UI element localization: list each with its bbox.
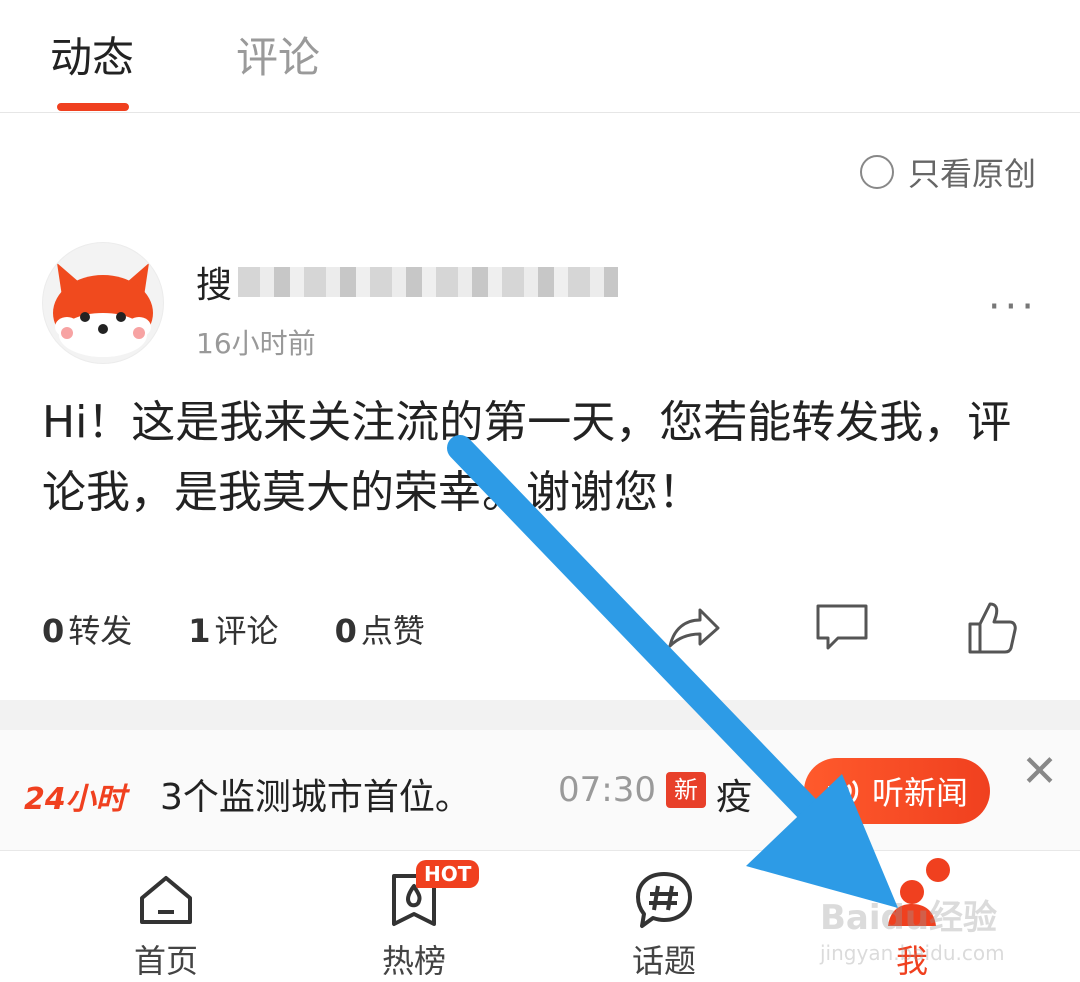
speaker-icon [827, 779, 859, 803]
listen-news-button[interactable]: 听新闻 [804, 758, 990, 824]
post-username[interactable]: 搜 [196, 256, 619, 308]
nav-topics-label: 话题 [631, 942, 696, 980]
fox-avatar-icon [53, 263, 153, 357]
home-icon [140, 876, 192, 924]
listen-news-label: 听新闻 [871, 774, 968, 812]
nav-topics[interactable]: 话题 [594, 852, 734, 982]
active-tab-indicator [57, 103, 129, 111]
baidu-jingyan-watermark: Baidu经验 jingyan.baidu.com [820, 890, 1040, 965]
post-text[interactable]: Hi！这是我来关注流的第一天，您若能转发我，评论我，是我莫大的荣幸。谢谢您！ [42, 388, 1042, 528]
more-options-icon[interactable]: ··· [988, 284, 1038, 330]
post-stats: 0 转发 1 评论 0 点赞 [42, 606, 425, 652]
tab-feed[interactable]: 动态 [50, 30, 134, 86]
news-ticker[interactable]: 24小时 3个监测城市首位。 07:30 新 疫 听新闻 ✕ [0, 730, 1080, 851]
tab-comments[interactable]: 评论 [236, 30, 320, 86]
like-icon[interactable] [962, 598, 1022, 658]
news-24h-logo: 24小时 [24, 782, 126, 817]
avatar[interactable] [42, 242, 164, 364]
nav-hot-list[interactable]: HOT 热榜 [344, 852, 484, 982]
nav-home-label: 首页 [133, 942, 198, 980]
comment-count[interactable]: 1 评论 [188, 606, 278, 652]
hot-badge: HOT [416, 860, 480, 888]
nav-hot-list-label: 热榜 [381, 942, 446, 980]
news-headline[interactable]: 3个监测城市首位。 [160, 768, 471, 820]
post-time: 16小时前 [196, 327, 316, 360]
nav-home[interactable]: 首页 [96, 852, 236, 982]
username-text: 搜 [196, 265, 233, 306]
news-next-headline[interactable]: 疫 [716, 768, 752, 820]
news-time: 07:30 [558, 770, 656, 810]
original-only-label: 只看原创 [907, 155, 1036, 193]
close-icon[interactable]: ✕ [1021, 746, 1058, 797]
topic-icon [636, 872, 692, 928]
share-icon[interactable] [664, 598, 724, 658]
watermark-text: Baidu经验 [820, 898, 998, 938]
watermark-url: jingyan.baidu.com [820, 941, 1005, 965]
repost-count[interactable]: 0 转发 [42, 606, 132, 652]
comment-icon[interactable] [812, 598, 872, 658]
section-divider [0, 700, 1080, 730]
original-only-toggle[interactable]: 只看原创 [859, 150, 1036, 194]
news-new-badge: 新 [666, 772, 706, 808]
like-count[interactable]: 0 点赞 [335, 606, 425, 652]
notification-dot [926, 858, 950, 882]
username-redacted [238, 267, 619, 297]
radio-icon[interactable] [859, 155, 894, 189]
tab-bar: 动态 评论 [0, 0, 1080, 113]
